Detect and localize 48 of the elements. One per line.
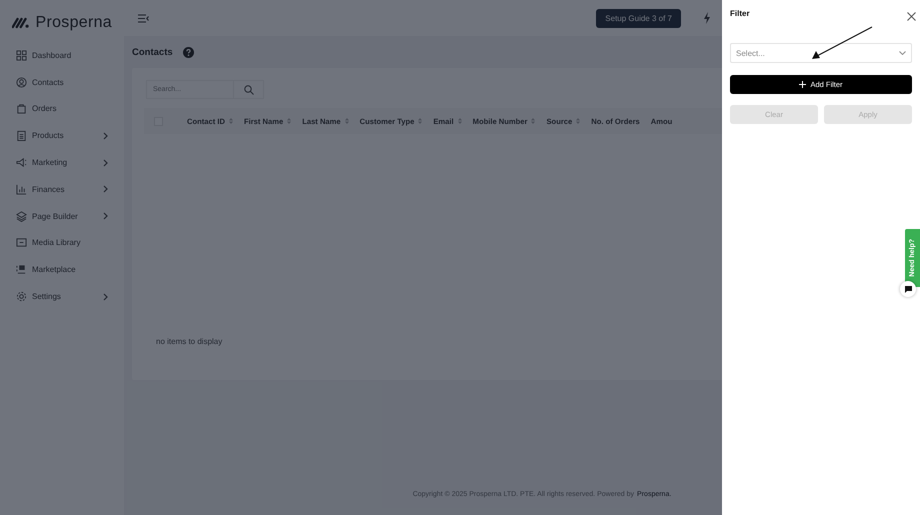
filter-select[interactable]: Select... <box>730 43 912 63</box>
sort-icon[interactable] <box>418 118 422 124</box>
settings-icon <box>16 291 27 302</box>
lightning-icon[interactable] <box>703 12 711 24</box>
sidebar-item[interactable]: Orders <box>0 96 124 122</box>
sidebar-item[interactable]: Marketing <box>0 149 124 176</box>
panel-title: Filter <box>730 9 750 18</box>
chevron-right-icon <box>103 212 108 220</box>
chevron-right-icon <box>103 132 108 140</box>
sidebar-item[interactable]: Dashboard <box>0 42 124 69</box>
page-title: Contacts <box>132 46 173 58</box>
chevron-down-icon <box>899 51 906 55</box>
sidebar-item[interactable]: Page Builder <box>0 202 124 230</box>
folder-icon <box>16 237 27 248</box>
dashboard-icon <box>16 50 27 61</box>
sort-icon[interactable] <box>531 118 536 124</box>
megaphone-icon <box>16 157 27 168</box>
sidebar-item[interactable]: Products <box>0 122 124 150</box>
sort-icon[interactable] <box>576 118 580 124</box>
help-icon[interactable] <box>182 46 194 58</box>
chevron-right-icon <box>103 292 108 301</box>
chevron-right-icon <box>103 185 108 194</box>
clipboard-icon <box>16 130 27 142</box>
logo-icon <box>12 16 30 30</box>
search-button[interactable] <box>234 80 264 99</box>
search-icon <box>244 84 254 94</box>
close-icon[interactable] <box>907 12 916 21</box>
menu-icon[interactable] <box>138 14 149 22</box>
sidebar-item[interactable]: Finances <box>0 176 124 203</box>
bar-chart-icon <box>16 184 27 195</box>
sidebar-item[interactable]: Settings <box>0 283 124 310</box>
sort-icon[interactable] <box>228 118 233 124</box>
plus-icon <box>799 81 806 88</box>
sidebar-item[interactable]: Media Library <box>0 230 124 256</box>
chevron-right-icon <box>103 158 108 167</box>
layers-icon <box>16 210 27 222</box>
user-icon <box>16 76 27 88</box>
annotation-arrow <box>811 26 873 60</box>
empty-message: no items to display <box>156 337 224 346</box>
sort-icon[interactable] <box>287 118 292 124</box>
setup-guide-button[interactable]: Setup Guide 3 of 7 <box>596 8 681 28</box>
sidebar-item[interactable]: Marketplace <box>0 256 124 284</box>
sort-icon[interactable] <box>458 118 462 124</box>
sort-icon[interactable] <box>344 118 349 124</box>
sidebar-item[interactable]: Contacts <box>0 68 124 96</box>
bag-icon <box>16 103 27 114</box>
brand-name: Prosperna <box>35 14 112 32</box>
grid-icon <box>16 264 27 276</box>
